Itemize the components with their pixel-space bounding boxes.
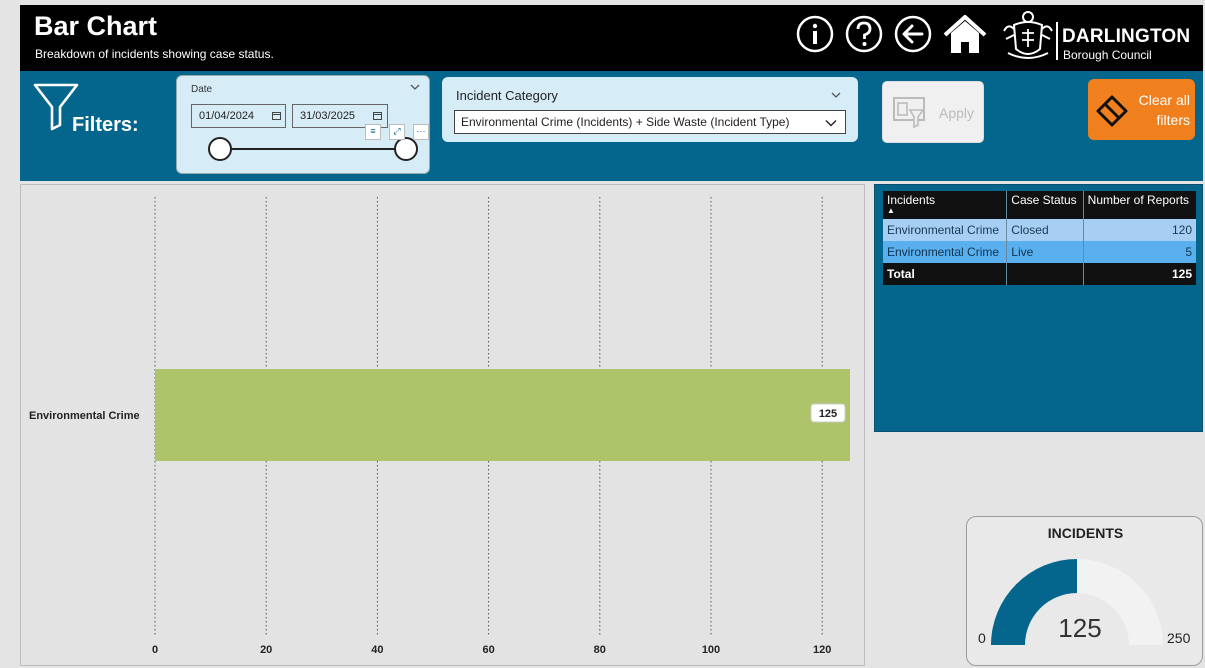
start-date-input[interactable]: 01/04/2024: [191, 104, 286, 128]
incidents-table: Incidents ▲ Case Status Number of Report…: [883, 191, 1196, 285]
sort-ascending-icon: ▲: [887, 206, 895, 215]
table-cell: Environmental Crime: [883, 241, 1007, 263]
x-tick-label: 40: [371, 644, 383, 656]
data-label: 125: [819, 408, 837, 420]
report-page: Bar Chart Breakdown of incidents showing…: [0, 0, 1205, 668]
table-total-label: Total: [883, 263, 1007, 285]
date-range-end-handle[interactable]: [394, 137, 418, 161]
table-total-value: 125: [1082, 263, 1196, 285]
table-cell: Closed: [1006, 219, 1084, 241]
start-date-value: 01/04/2024: [199, 110, 255, 122]
bar-chart-svg: 0 20 40 60 80 100 120 Environmental Crime 125: [29, 197, 850, 656]
x-tick-label: 20: [260, 644, 272, 656]
table-cell: Environmental Crime: [883, 219, 1007, 241]
council-name: DARLINGTON: [1062, 26, 1191, 47]
table-cell: 5: [1082, 241, 1196, 263]
bar-chart: 0 20 40 60 80 100 120 Environmental Crime 125: [20, 184, 865, 666]
filters-label: Filters:: [72, 114, 139, 136]
gauge-value: 125: [1058, 613, 1102, 643]
apply-icon: [893, 97, 925, 128]
x-tick-label: 0: [152, 644, 158, 656]
page-subtitle: Breakdown of incidents showing case stat…: [35, 47, 274, 61]
filter-bar: Filters: Date 01/04/2024 31/03/2025 ≡ ⤢ …: [20, 71, 1203, 181]
filter-menu-icon[interactable]: ≡: [365, 124, 381, 140]
incident-category-label: Incident Category: [456, 88, 558, 103]
table-cell: Live: [1006, 241, 1084, 263]
calendar-icon[interactable]: [272, 111, 281, 120]
date-range-start-handle[interactable]: [208, 137, 232, 161]
table-total-row: Total 125: [883, 263, 1196, 285]
gauge-max-label: 250: [1167, 630, 1191, 646]
table-panel: Incidents ▲ Case Status Number of Report…: [874, 184, 1203, 432]
header-bar: Bar Chart Breakdown of incidents showing…: [20, 5, 1203, 71]
council-crest-logo: [1003, 11, 1053, 59]
apply-label: Apply: [939, 105, 975, 121]
x-tick-label: 120: [813, 644, 831, 656]
column-header-incidents[interactable]: Incidents ▲: [883, 191, 1007, 219]
date-slicer-label: Date: [191, 84, 213, 95]
chevron-down-icon[interactable]: [409, 81, 421, 93]
incidents-gauge-card: INCIDENTS 125 0 250: [966, 516, 1203, 666]
home-icon[interactable]: [942, 13, 988, 55]
council-subname: Borough Council: [1063, 48, 1152, 62]
x-tick-label: 100: [702, 644, 720, 656]
category-label: Environmental Crime: [29, 410, 140, 422]
table-cell: 120: [1082, 219, 1196, 241]
end-date-value: 31/03/2025: [300, 110, 356, 122]
chevron-down-icon[interactable]: [830, 89, 842, 101]
incident-category-dropdown[interactable]: Environmental Crime (Incidents) + Side W…: [454, 110, 846, 134]
table-row[interactable]: Environmental Crime Closed 120: [883, 219, 1196, 241]
column-header-number-of-reports[interactable]: Number of Reports: [1082, 191, 1196, 219]
table-header-row: Incidents ▲ Case Status Number of Report…: [883, 191, 1196, 219]
back-arrow-icon[interactable]: [894, 15, 932, 53]
gauge-min-label: 0: [978, 630, 986, 646]
help-icon[interactable]: [845, 15, 883, 53]
apply-button[interactable]: Apply: [882, 81, 984, 143]
clear-all-filters-label: Clear all filters: [1138, 92, 1190, 128]
column-header-case-status[interactable]: Case Status: [1006, 191, 1084, 219]
calendar-icon[interactable]: [373, 111, 382, 120]
info-icon[interactable]: [796, 15, 834, 53]
chevron-down-icon[interactable]: [825, 117, 837, 129]
x-tick-label: 60: [482, 644, 494, 656]
date-range-track: [220, 148, 406, 150]
more-options-icon[interactable]: ···: [413, 124, 429, 140]
column-header-label: Incidents: [887, 193, 936, 207]
x-tick-label: 80: [594, 644, 606, 656]
table-row[interactable]: Environmental Crime Live 5: [883, 241, 1196, 263]
incident-category-value: Environmental Crime (Incidents) + Side W…: [461, 115, 790, 129]
bar: [155, 369, 850, 461]
focus-mode-icon[interactable]: ⤢: [389, 124, 405, 140]
table-cell: [1006, 263, 1084, 285]
incident-category-slicer: Incident Category Environmental Crime (I…: [442, 77, 858, 142]
logo-divider: [1056, 22, 1058, 60]
page-title: Bar Chart: [34, 11, 158, 41]
clear-all-filters-button[interactable]: Clear all filters: [1088, 79, 1195, 140]
